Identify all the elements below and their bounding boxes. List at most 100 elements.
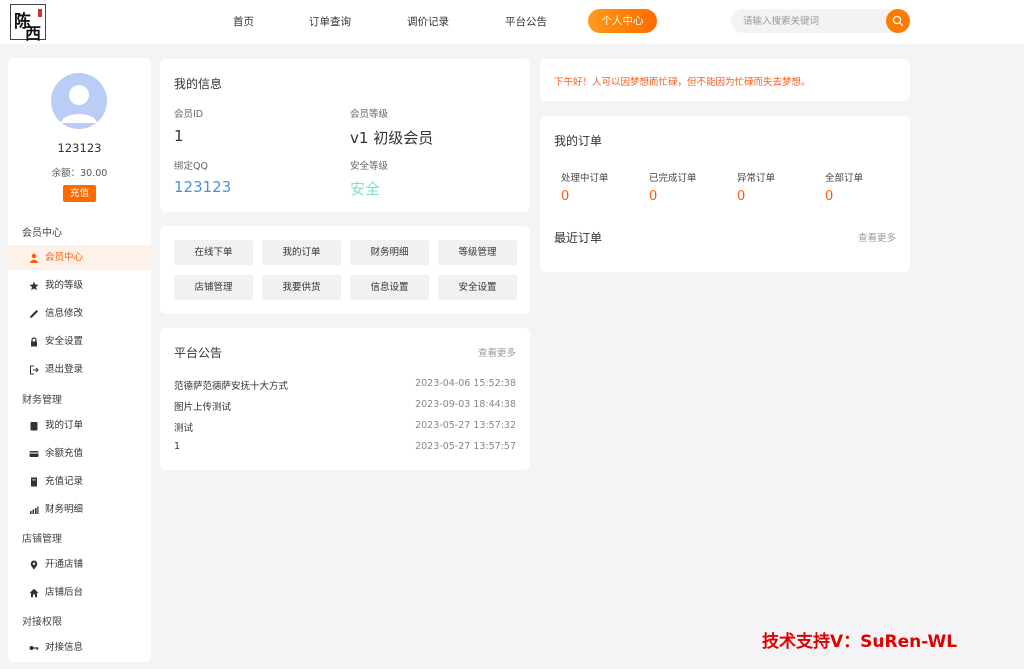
notice-title: 平台公告 bbox=[174, 346, 223, 360]
sidebar-item-shop-admin[interactable]: 店铺后台 bbox=[8, 580, 151, 605]
lock-icon bbox=[31, 337, 37, 347]
sidebar-item-recharge-record[interactable]: 充值记录 bbox=[8, 469, 151, 494]
security-level-value: 安全 bbox=[350, 180, 381, 198]
stat-processing-value[interactable]: 0 bbox=[561, 189, 569, 204]
sidebar: 123123 余额：30.00 充值 会员中心 会员中心 我的等级 信息修改 安… bbox=[8, 58, 151, 662]
my-info-title: 我的信息 bbox=[174, 77, 223, 91]
logo-seal bbox=[38, 9, 42, 17]
platform-notice-card: 平台公告 查看更多 范德萨范德萨安抚十大方式 2023-04-06 15:52:… bbox=[160, 328, 530, 470]
sidebar-item-label: 对接信息 bbox=[45, 642, 84, 653]
stat-processing-label: 处理中订单 bbox=[561, 173, 609, 184]
qq-label: 绑定QQ bbox=[174, 161, 208, 172]
quick-button-online-order[interactable]: 在线下单 bbox=[174, 240, 253, 265]
greeting-card: 下午好！人可以因梦想而忙碌，但不能因为忙碌而失去梦想。 bbox=[540, 59, 910, 101]
top-navbar: 陈 西 首页 订单查询 调价记录 平台公告 个人中心 bbox=[0, 0, 1024, 44]
recent-orders-title: 最近订单 bbox=[554, 231, 603, 245]
list-item: 范德萨范德萨安抚十大方式 2023-04-06 15:52:38 bbox=[174, 378, 516, 392]
user-icon bbox=[30, 253, 38, 263]
quick-button-security-settings[interactable]: 安全设置 bbox=[438, 275, 517, 300]
notice-item-title[interactable]: 图片上传测试 bbox=[174, 399, 231, 413]
nav-home[interactable]: 首页 bbox=[233, 14, 254, 29]
sidebar-item-security[interactable]: 安全设置 bbox=[8, 329, 151, 354]
sidebar-item-my-orders[interactable]: 我的订单 bbox=[8, 413, 151, 438]
my-orders-card: 我的订单 处理中订单 0 已完成订单 0 异常订单 0 全部订单 0 最近订单 … bbox=[540, 116, 910, 272]
orders-more-link[interactable]: 查看更多 bbox=[858, 230, 896, 244]
search-icon bbox=[892, 15, 904, 27]
stat-abnormal-value[interactable]: 0 bbox=[737, 189, 745, 204]
sidebar-item-label: 信息修改 bbox=[45, 308, 84, 319]
nav-price-record[interactable]: 调价记录 bbox=[407, 14, 449, 29]
section-title-integration: 对接权限 bbox=[22, 617, 62, 628]
stat-completed-label: 已完成订单 bbox=[649, 173, 697, 184]
list-item: 1 2023-05-27 13:57:57 bbox=[174, 441, 516, 455]
quick-button-info-settings[interactable]: 信息设置 bbox=[350, 275, 429, 300]
support-watermark: 技术支持V：SuRen-WL bbox=[762, 632, 958, 652]
list-item: 图片上传测试 2023-09-03 18:44:38 bbox=[174, 399, 516, 413]
receipt-icon bbox=[31, 477, 37, 487]
quick-button-supply[interactable]: 我要供货 bbox=[262, 275, 341, 300]
sidebar-item-label: 店铺后台 bbox=[45, 587, 84, 598]
sidebar-item-edit-info[interactable]: 信息修改 bbox=[8, 301, 151, 326]
bar-chart-icon bbox=[30, 506, 39, 514]
search-box bbox=[731, 9, 910, 33]
member-id-label: 会员ID bbox=[174, 109, 204, 120]
quick-button-level-management[interactable]: 等级管理 bbox=[438, 240, 517, 265]
sidebar-item-label: 财务明细 bbox=[45, 504, 84, 515]
stat-completed-value[interactable]: 0 bbox=[649, 189, 657, 204]
list-item: 测试 2023-05-27 13:57:32 bbox=[174, 420, 516, 434]
security-level-label: 安全等级 bbox=[350, 161, 389, 172]
avatar[interactable] bbox=[51, 73, 107, 129]
sidebar-item-my-level[interactable]: 我的等级 bbox=[8, 273, 151, 298]
quick-button-my-orders[interactable]: 我的订单 bbox=[262, 240, 341, 265]
greeting-text: 下午好！人可以因梦想而忙碌，但不能因为忙碌而失去梦想。 bbox=[554, 77, 811, 88]
location-pin-icon bbox=[30, 560, 38, 570]
logo-glyph: 西 bbox=[25, 24, 42, 43]
sidebar-item-label: 会员中心 bbox=[45, 252, 84, 263]
notice-item-title[interactable]: 1 bbox=[174, 441, 180, 452]
balance-text: 余额：30.00 bbox=[51, 168, 108, 179]
site-logo[interactable]: 陈 西 bbox=[10, 4, 46, 43]
search-input[interactable] bbox=[743, 14, 883, 28]
recharge-button[interactable]: 充值 bbox=[63, 185, 96, 202]
quick-actions-card: 在线下单 我的订单 财务明细 等级管理 店铺管理 我要供货 信息设置 安全设置 bbox=[160, 226, 530, 314]
notice-item-date: 2023-04-06 15:52:38 bbox=[415, 378, 516, 389]
sidebar-item-finance-detail[interactable]: 财务明细 bbox=[8, 497, 151, 522]
notice-item-title[interactable]: 测试 bbox=[174, 420, 193, 434]
sidebar-item-open-shop[interactable]: 开通店铺 bbox=[8, 552, 151, 577]
logout-icon bbox=[30, 365, 39, 375]
sidebar-item-label: 充值记录 bbox=[45, 476, 84, 487]
sidebar-item-label: 我的订单 bbox=[45, 420, 84, 431]
quick-button-shop-management[interactable]: 店铺管理 bbox=[174, 275, 253, 300]
star-icon bbox=[29, 281, 39, 291]
user-avatar-icon bbox=[61, 85, 97, 123]
home-icon bbox=[29, 588, 39, 598]
key-icon bbox=[29, 646, 39, 651]
stat-all-label: 全部订单 bbox=[825, 173, 864, 184]
sidebar-item-logout[interactable]: 退出登录 bbox=[8, 357, 151, 382]
nav-announcements[interactable]: 平台公告 bbox=[505, 14, 547, 29]
sidebar-item-balance-recharge[interactable]: 余额充值 bbox=[8, 441, 151, 466]
member-level-value: v1 初级会员 bbox=[350, 129, 434, 147]
member-level-label: 会员等级 bbox=[350, 109, 389, 120]
card-icon bbox=[29, 451, 39, 457]
nav-personal-center[interactable]: 个人中心 bbox=[588, 9, 657, 33]
notice-item-date: 2023-05-27 13:57:57 bbox=[415, 441, 516, 452]
sidebar-item-integration-info[interactable]: 对接信息 bbox=[8, 635, 151, 660]
nav-order-query[interactable]: 订单查询 bbox=[309, 14, 351, 29]
notice-more-link[interactable]: 查看更多 bbox=[478, 345, 516, 359]
pencil-icon bbox=[30, 310, 38, 318]
section-title-member: 会员中心 bbox=[22, 228, 62, 239]
quick-button-finance-detail[interactable]: 财务明细 bbox=[350, 240, 429, 265]
stat-all-value[interactable]: 0 bbox=[825, 189, 833, 204]
sidebar-item-label: 安全设置 bbox=[45, 336, 84, 347]
sidebar-item-member-center[interactable]: 会员中心 bbox=[8, 245, 151, 270]
sidebar-item-label: 退出登录 bbox=[45, 364, 84, 375]
my-info-card: 我的信息 会员ID 1 会员等级 v1 初级会员 绑定QQ 123123 安全等… bbox=[160, 59, 530, 212]
notice-item-date: 2023-05-27 13:57:32 bbox=[415, 420, 516, 431]
search-button[interactable] bbox=[886, 9, 910, 33]
section-title-finance: 财务管理 bbox=[22, 395, 62, 406]
qq-value: 123123 bbox=[174, 178, 232, 196]
username: 123123 bbox=[57, 141, 102, 155]
sidebar-item-label: 余额充值 bbox=[45, 448, 84, 459]
notice-item-title[interactable]: 范德萨范德萨安抚十大方式 bbox=[174, 378, 288, 392]
